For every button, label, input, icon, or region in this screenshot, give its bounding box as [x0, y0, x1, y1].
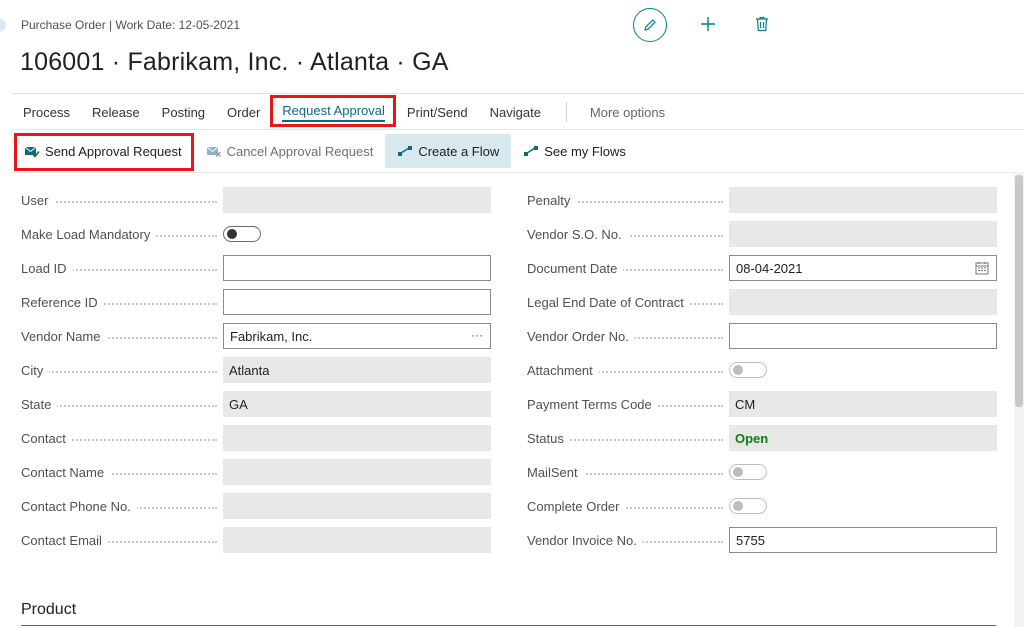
- field-label: Legal End Date of Contract: [527, 288, 723, 316]
- field-label: Load ID: [21, 254, 217, 282]
- field-label: Payment Terms Code: [527, 390, 723, 418]
- document-date-input[interactable]: 08-04-2021: [729, 255, 997, 281]
- user-field: [223, 187, 491, 213]
- penalty-field: [729, 187, 997, 213]
- contact-name-field: [223, 459, 491, 485]
- create-flow-label: Create a Flow: [418, 143, 500, 159]
- reference-id-input[interactable]: [223, 289, 491, 315]
- field-label: Vendor S.O. No.: [527, 220, 723, 248]
- field-label: Contact Name: [21, 458, 217, 486]
- status-value: Open: [735, 430, 769, 446]
- state-field: GA: [223, 391, 491, 417]
- cancel-approval-request-button[interactable]: Cancel Approval Request: [194, 134, 386, 168]
- attachment-toggle[interactable]: [729, 362, 767, 378]
- mail-sent-toggle[interactable]: [729, 464, 767, 480]
- field-label: Document Date: [527, 254, 723, 282]
- field-label: Contact Phone No.: [21, 492, 217, 520]
- contact-phone-field: [223, 493, 491, 519]
- lookup-ellipsis-icon[interactable]: ···: [471, 328, 483, 342]
- field-label: Status: [527, 424, 723, 452]
- trash-icon: [756, 16, 768, 32]
- field-label: Attachment: [527, 356, 723, 384]
- product-section-divider: [21, 625, 996, 626]
- field-label: Penalty: [527, 186, 723, 214]
- menu-release[interactable]: Release: [81, 96, 151, 128]
- action-bar: Send Approval Request Cancel Approval Re…: [12, 129, 1024, 173]
- contact-field: [223, 425, 491, 451]
- send-approval-request-button[interactable]: Send Approval Request: [12, 134, 194, 168]
- complete-order-toggle[interactable]: [729, 498, 767, 514]
- field-label: Vendor Order No.: [527, 322, 723, 350]
- vendor-name-value: Fabrikam, Inc.: [230, 328, 313, 344]
- menu-print-send[interactable]: Print/Send: [396, 96, 479, 128]
- menu-request-approval[interactable]: Request Approval: [271, 96, 396, 128]
- cancel-approval-icon: [206, 146, 221, 157]
- new-button[interactable]: [698, 14, 718, 34]
- make-load-mandatory-toggle[interactable]: [223, 226, 261, 242]
- field-label: Vendor Invoice No.: [527, 526, 723, 554]
- see-flows-label: See my Flows: [544, 143, 626, 159]
- send-approval-icon: [24, 146, 40, 158]
- field-label: Make Load Mandatory: [21, 220, 217, 248]
- header-divider: [12, 93, 1024, 94]
- menu-order[interactable]: Order: [216, 96, 271, 128]
- load-id-input[interactable]: [223, 255, 491, 281]
- field-label: City: [21, 356, 217, 384]
- flow-icon: [524, 146, 539, 156]
- breadcrumb: Purchase Order | Work Date: 12-05-2021: [21, 18, 240, 32]
- scrollbar-thumb[interactable]: [1015, 175, 1023, 407]
- menu-navigate[interactable]: Navigate: [479, 96, 552, 128]
- calendar-icon[interactable]: [975, 261, 989, 275]
- pencil-icon: [644, 19, 656, 31]
- legal-end-date-field: [729, 289, 997, 315]
- create-flow-button[interactable]: Create a Flow: [385, 134, 512, 168]
- side-indicator: [0, 18, 6, 32]
- field-label: Vendor Name: [21, 322, 217, 350]
- vendor-order-no-input[interactable]: [729, 323, 997, 349]
- contact-email-field: [223, 527, 491, 553]
- delete-button[interactable]: [752, 14, 772, 34]
- cancel-approval-label: Cancel Approval Request: [226, 143, 374, 159]
- menu-request-approval-label: Request Approval: [282, 103, 385, 122]
- edit-button[interactable]: [633, 8, 667, 42]
- field-label: Complete Order: [527, 492, 723, 520]
- field-label: Contact Email: [21, 526, 217, 554]
- field-label: Reference ID: [21, 288, 217, 316]
- plus-icon: [701, 17, 715, 31]
- more-options[interactable]: More options: [579, 96, 676, 128]
- product-section-title[interactable]: Product: [21, 601, 76, 619]
- action-menu-bar: Process Release Posting Order Request Ap…: [12, 96, 676, 128]
- flow-icon: [398, 146, 413, 156]
- field-label: User: [21, 186, 217, 214]
- field-label: MailSent: [527, 458, 723, 486]
- city-field: Atlanta: [223, 357, 491, 383]
- vendor-name-input[interactable]: Fabrikam, Inc. ···: [223, 323, 491, 349]
- vendor-so-no-field: [729, 221, 997, 247]
- field-label: Contact: [21, 424, 217, 452]
- send-approval-label: Send Approval Request: [45, 143, 182, 159]
- menu-separator: [565, 102, 567, 122]
- menu-posting[interactable]: Posting: [151, 96, 216, 128]
- see-my-flows-button[interactable]: See my Flows: [511, 134, 638, 168]
- status-field: Open: [729, 425, 997, 451]
- document-date-value: 08-04-2021: [736, 260, 803, 276]
- field-label: State: [21, 390, 217, 418]
- payment-terms-field: CM: [729, 391, 997, 417]
- page-title: 106001 · Fabrikam, Inc. · Atlanta · GA: [20, 48, 449, 76]
- vendor-invoice-no-input[interactable]: 5755: [729, 527, 997, 553]
- menu-process[interactable]: Process: [12, 96, 81, 128]
